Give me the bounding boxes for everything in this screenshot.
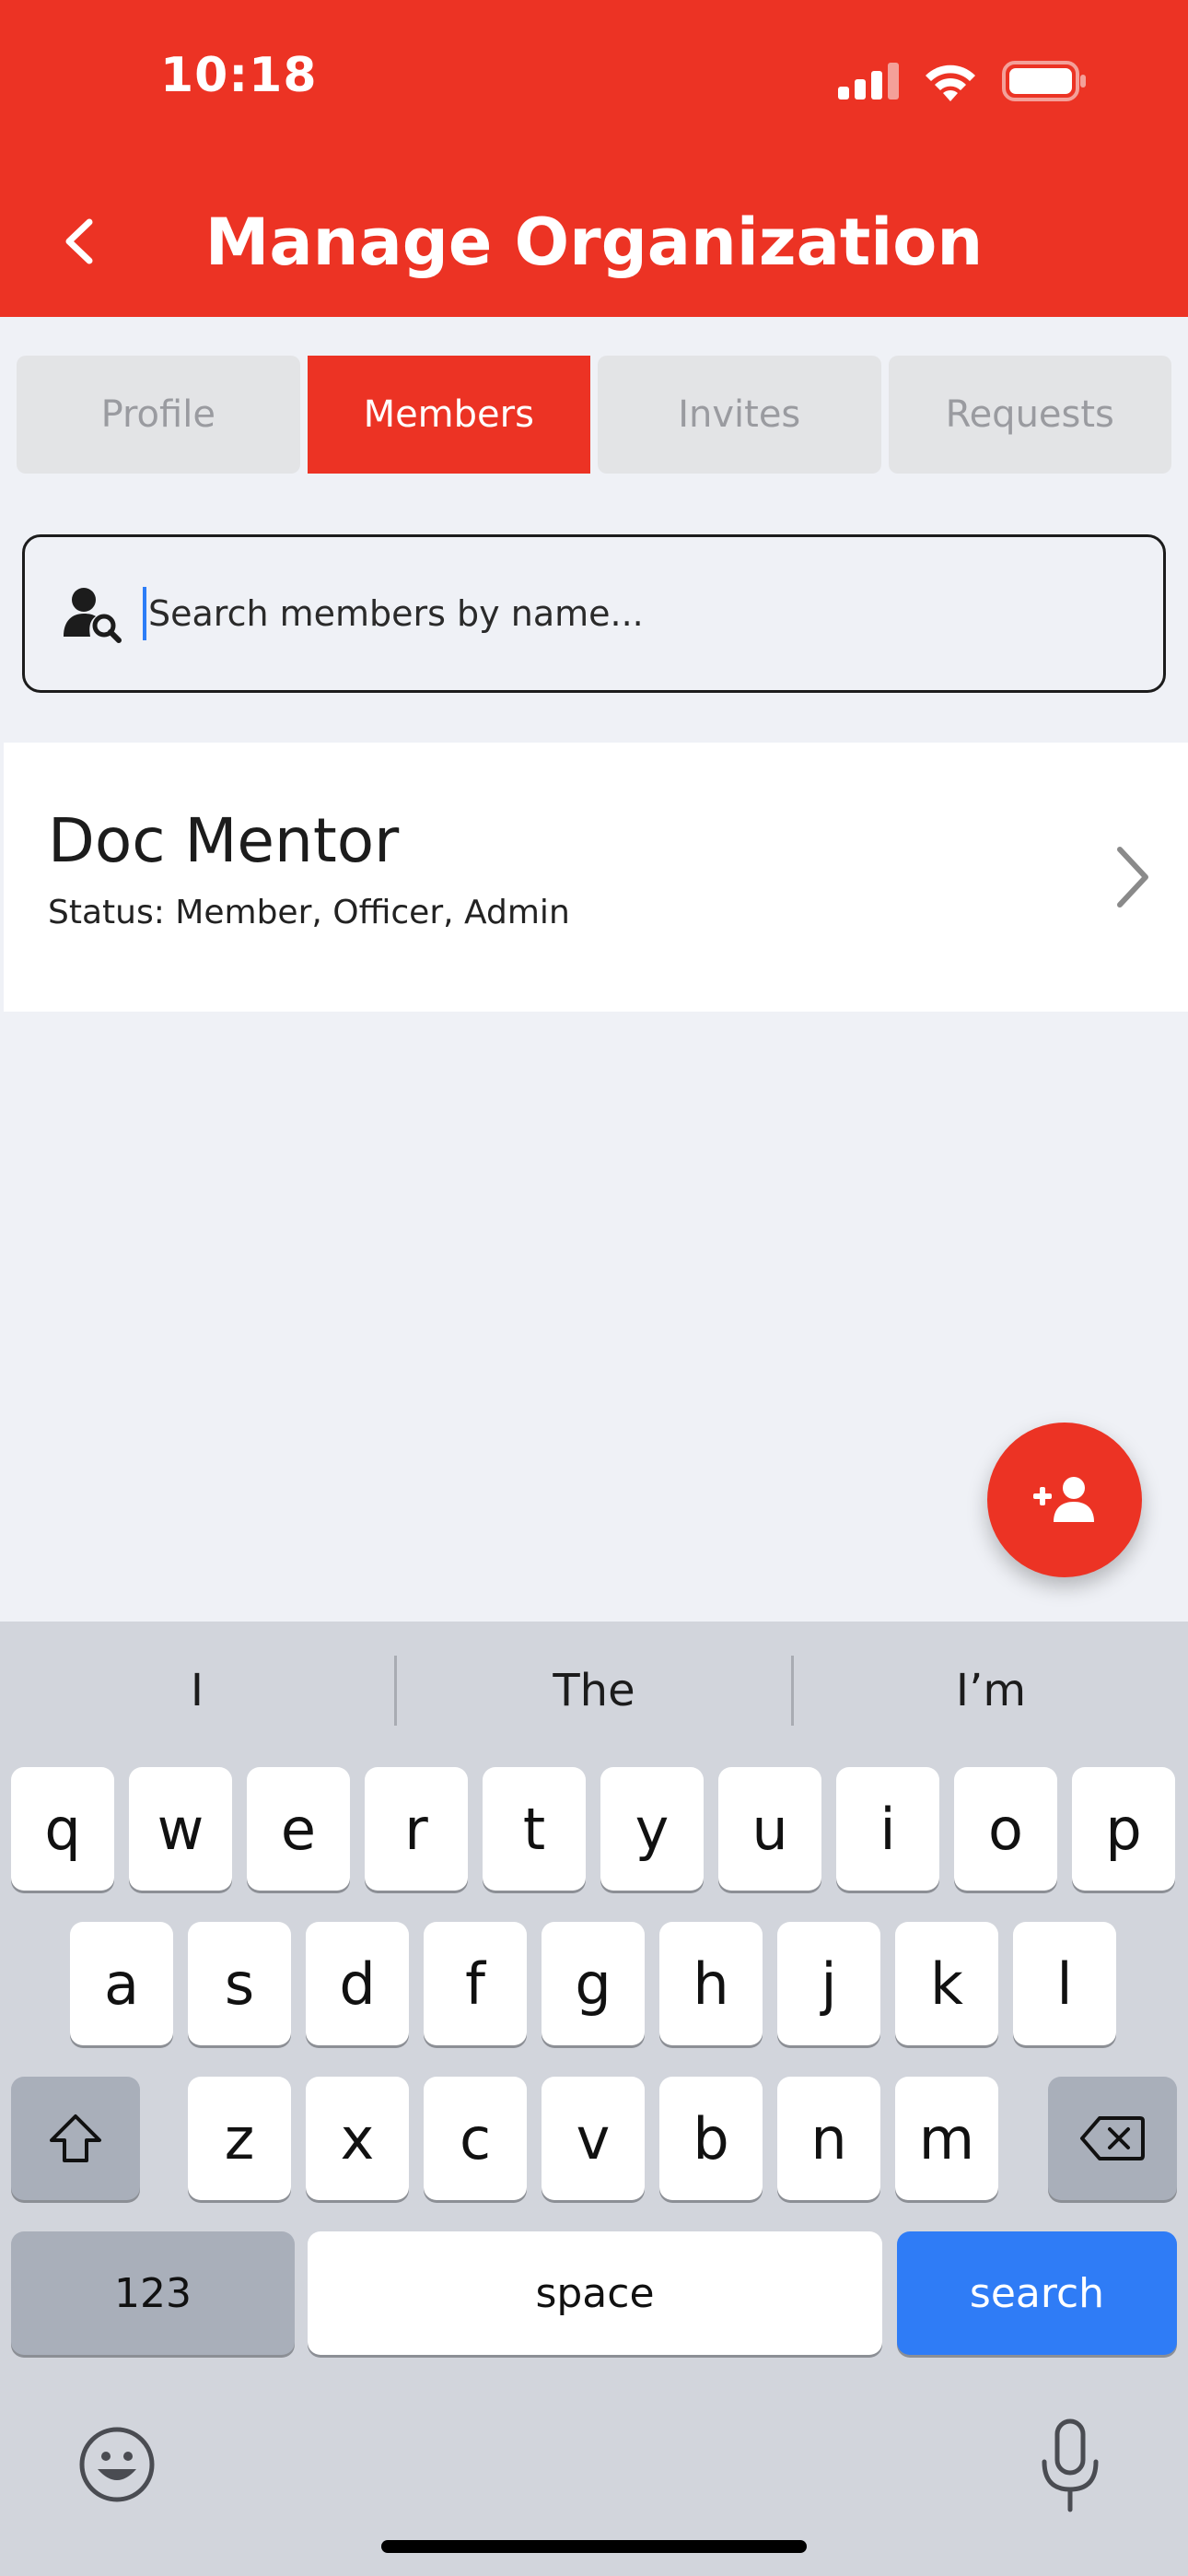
shift-icon — [50, 2114, 101, 2162]
search-input[interactable] — [148, 593, 1069, 634]
tab-invites[interactable]: Invites — [598, 356, 881, 474]
key-k[interactable]: k — [895, 1922, 998, 2045]
suggestion-item[interactable]: I — [0, 1665, 394, 1716]
member-name: Doc Mentor — [48, 805, 400, 876]
key-j[interactable]: j — [777, 1922, 880, 2045]
key-g[interactable]: g — [542, 1922, 645, 2045]
delete-icon — [1080, 2116, 1145, 2160]
delete-key[interactable] — [1048, 2077, 1177, 2200]
emoji-icon[interactable] — [77, 2425, 157, 2504]
tab-profile[interactable]: Profile — [17, 356, 300, 474]
key-o[interactable]: o — [954, 1767, 1057, 1891]
key-e[interactable]: e — [247, 1767, 350, 1891]
suggestion-item[interactable]: The — [397, 1665, 791, 1716]
key-a[interactable]: a — [70, 1922, 173, 2045]
home-indicator — [381, 2540, 807, 2553]
key-u[interactable]: u — [718, 1767, 821, 1891]
key-i[interactable]: i — [836, 1767, 939, 1891]
shift-key[interactable] — [11, 2077, 140, 2200]
user-search-icon — [64, 588, 122, 643]
microphone-icon[interactable] — [1037, 2418, 1103, 2513]
numbers-key[interactable]: 123 — [11, 2231, 295, 2355]
onscreen-keyboard: I The I’m q w e r t y u i o p a s d f g … — [0, 1622, 1188, 2576]
key-m[interactable]: m — [895, 2077, 998, 2200]
key-x[interactable]: x — [306, 2077, 409, 2200]
suggestion-bar: I The I’m — [0, 1622, 1188, 1760]
key-s[interactable]: s — [188, 1922, 291, 2045]
key-z[interactable]: z — [188, 2077, 291, 2200]
key-d[interactable]: d — [306, 1922, 409, 2045]
key-c[interactable]: c — [424, 2077, 527, 2200]
chevron-right-icon — [1117, 847, 1148, 907]
key-n[interactable]: n — [777, 2077, 880, 2200]
wifi-icon — [926, 64, 975, 101]
key-l[interactable]: l — [1013, 1922, 1116, 2045]
search-key[interactable]: search — [897, 2231, 1177, 2355]
key-q[interactable]: q — [11, 1767, 114, 1891]
status-time: 10:18 — [160, 48, 318, 103]
tab-requests[interactable]: Requests — [888, 356, 1171, 474]
page-title: Manage Organization — [204, 205, 984, 280]
member-status: Status: Member, Officer, Admin — [48, 894, 570, 931]
add-person-icon — [1033, 1477, 1094, 1522]
key-r[interactable]: r — [365, 1767, 468, 1891]
app-header: 10:18 Manage Organization — [0, 0, 1188, 317]
tab-bar: Profile Members Invites Requests — [17, 356, 1171, 474]
key-b[interactable]: b — [659, 2077, 763, 2200]
member-list-item[interactable]: Doc Mentor Status: Member, Officer, Admi… — [4, 743, 1188, 1012]
key-p[interactable]: p — [1072, 1767, 1175, 1891]
signal-icon — [838, 63, 899, 100]
key-t[interactable]: t — [483, 1767, 586, 1891]
key-v[interactable]: v — [542, 2077, 645, 2200]
tab-members[interactable]: Members — [307, 356, 590, 474]
suggestion-item[interactable]: I’m — [794, 1665, 1188, 1716]
text-caret — [143, 587, 146, 640]
search-box[interactable] — [22, 534, 1166, 693]
key-f[interactable]: f — [424, 1922, 527, 2045]
space-key[interactable]: space — [308, 2231, 882, 2355]
key-y[interactable]: y — [600, 1767, 704, 1891]
key-w[interactable]: w — [129, 1767, 232, 1891]
key-h[interactable]: h — [659, 1922, 763, 2045]
add-member-button[interactable] — [987, 1423, 1142, 1577]
status-icons — [838, 61, 1087, 101]
battery-icon — [1002, 61, 1086, 101]
